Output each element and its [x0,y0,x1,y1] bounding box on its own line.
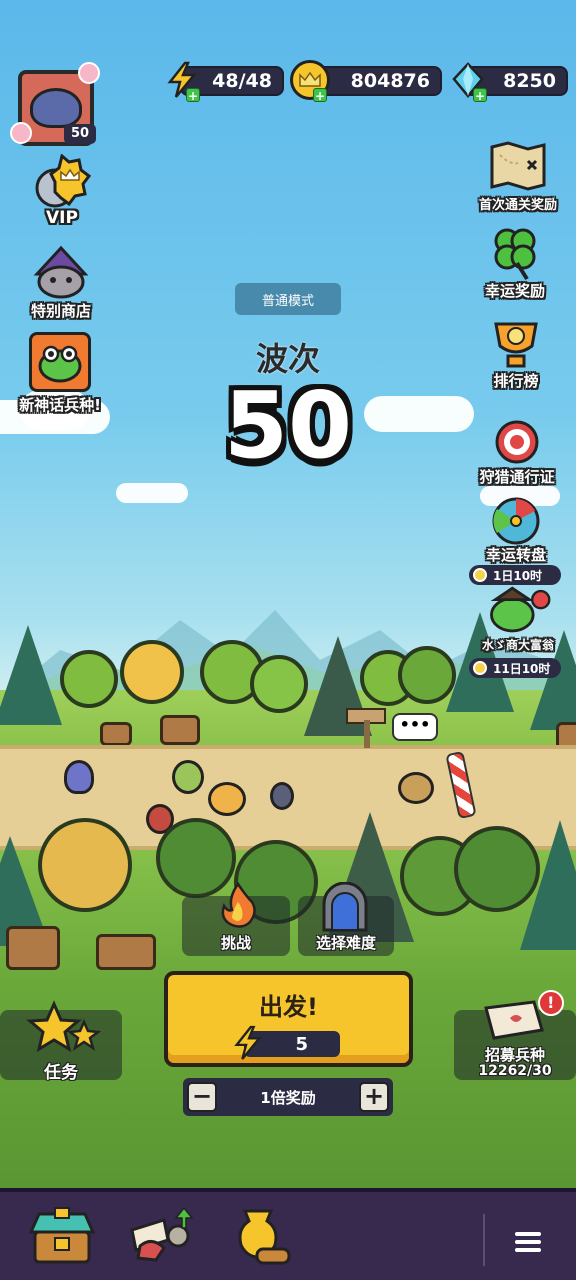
challenge-label: 挑战 [220,934,251,952]
four-leaf-clover-icon [487,224,543,281]
select-difficulty-label: 选择难度 [315,934,376,952]
golden-vase-icon [238,1209,291,1265]
nav-divider [483,1214,485,1266]
vip-crown-badge-icon [33,154,91,212]
add-gems-button[interactable]: + [473,88,487,103]
lucky-wheel-timer-text: 1日10时 [493,568,543,583]
shop-chest-icon [28,1207,96,1264]
cat-warrior-unit [208,782,246,816]
clock-icon [473,568,487,582]
merchant-timer: 11日10时 [469,658,561,678]
tree [250,655,308,713]
bottom-navigation [0,1188,576,1280]
select-difficulty-button[interactable]: 选择难度 [298,881,394,956]
frog-merchant-icon [482,586,554,636]
quests-button[interactable]: 任务 [0,1000,122,1083]
nav-heroes[interactable] [122,1200,202,1272]
flame-icon [216,881,260,934]
flower-decoration [78,62,100,84]
clock-icon [473,661,487,675]
merchant-event-label: 水ゞ商大富翁 [481,638,554,652]
start-battle-cost-value: 5 [295,1033,308,1055]
wave-number: 50 [223,372,353,479]
lucky-reward-button[interactable]: 幸运奖励 [470,224,560,301]
pine-tree [0,625,62,725]
stump [100,722,132,746]
flower-decoration [10,122,32,144]
stump [6,926,60,970]
increase-multiplier-button[interactable]: + [359,1082,389,1112]
gem-value: 8250 [503,70,556,92]
tree [38,818,132,912]
game-mode-text: 普通模式 [261,293,314,309]
tree [60,650,118,708]
merchant-timer-text: 11日10时 [493,661,551,676]
avatar-portrait [30,88,82,128]
stump [160,715,200,745]
add-energy-button[interactable]: + [186,88,200,103]
archer-unit [172,760,204,794]
special-shop-button[interactable]: 特别商店 [18,244,104,321]
lucky-wheel-timer: 1日10时 [469,565,561,585]
lucky-wheel-label: 幸运转盘 [485,546,546,564]
lucky-wheel-button[interactable]: 幸运转盘 [470,496,562,565]
merchant-event-button[interactable]: 水ゞ商大富翁 [470,586,566,653]
portal-gate-icon [320,881,370,936]
cloud [116,483,188,503]
lightning-icon [232,1025,264,1065]
player-level-badge: 50 [64,124,96,144]
raccoon-merchant-icon [31,244,91,300]
knight-unit [270,782,294,810]
first-clear-reward-label: 首次通关奖励 [478,198,557,213]
challenge-button[interactable]: 挑战 [182,881,290,956]
heroes-gear-icon [130,1206,194,1262]
nav-shop[interactable] [22,1200,102,1272]
spin-wheel-icon [488,496,544,545]
special-shop-label: 特别商店 [30,302,91,320]
energy-value: 48/48 [212,70,272,92]
reward-multiplier-control: − 1倍奖励 + [183,1078,393,1116]
hamburger-menu-icon[interactable] [515,1232,541,1256]
add-coins-button[interactable]: + [313,88,327,103]
recruit-count: 12262/30 [478,1063,552,1079]
stump [96,934,156,970]
star-icon [26,1000,106,1064]
vip-button[interactable]: VIP [22,154,102,228]
nav-treasures[interactable] [220,1200,300,1272]
start-battle-label: 出发! [259,993,318,1021]
quests-label: 任务 [44,1063,78,1083]
start-battle-button[interactable]: 出发! 5 [164,971,413,1067]
signpost-pole [364,720,370,748]
recruit-button[interactable]: ! 招募兵种 12262/30 [454,984,576,1080]
enemy-mole [398,772,434,804]
recruit-label: 招募兵种 [484,1046,545,1064]
chat-bubble[interactable]: ••• [392,713,438,741]
wizard-unit [64,760,94,794]
treasure-map-icon [488,138,548,194]
pine-tree [520,820,576,950]
first-clear-reward-button[interactable]: 首次通关奖励 [468,138,568,213]
tree [120,640,184,704]
coin-value: 804876 [350,70,430,92]
game-mode-badge: 普通模式 [235,283,341,315]
lucky-reward-label: 幸运奖励 [484,282,545,300]
